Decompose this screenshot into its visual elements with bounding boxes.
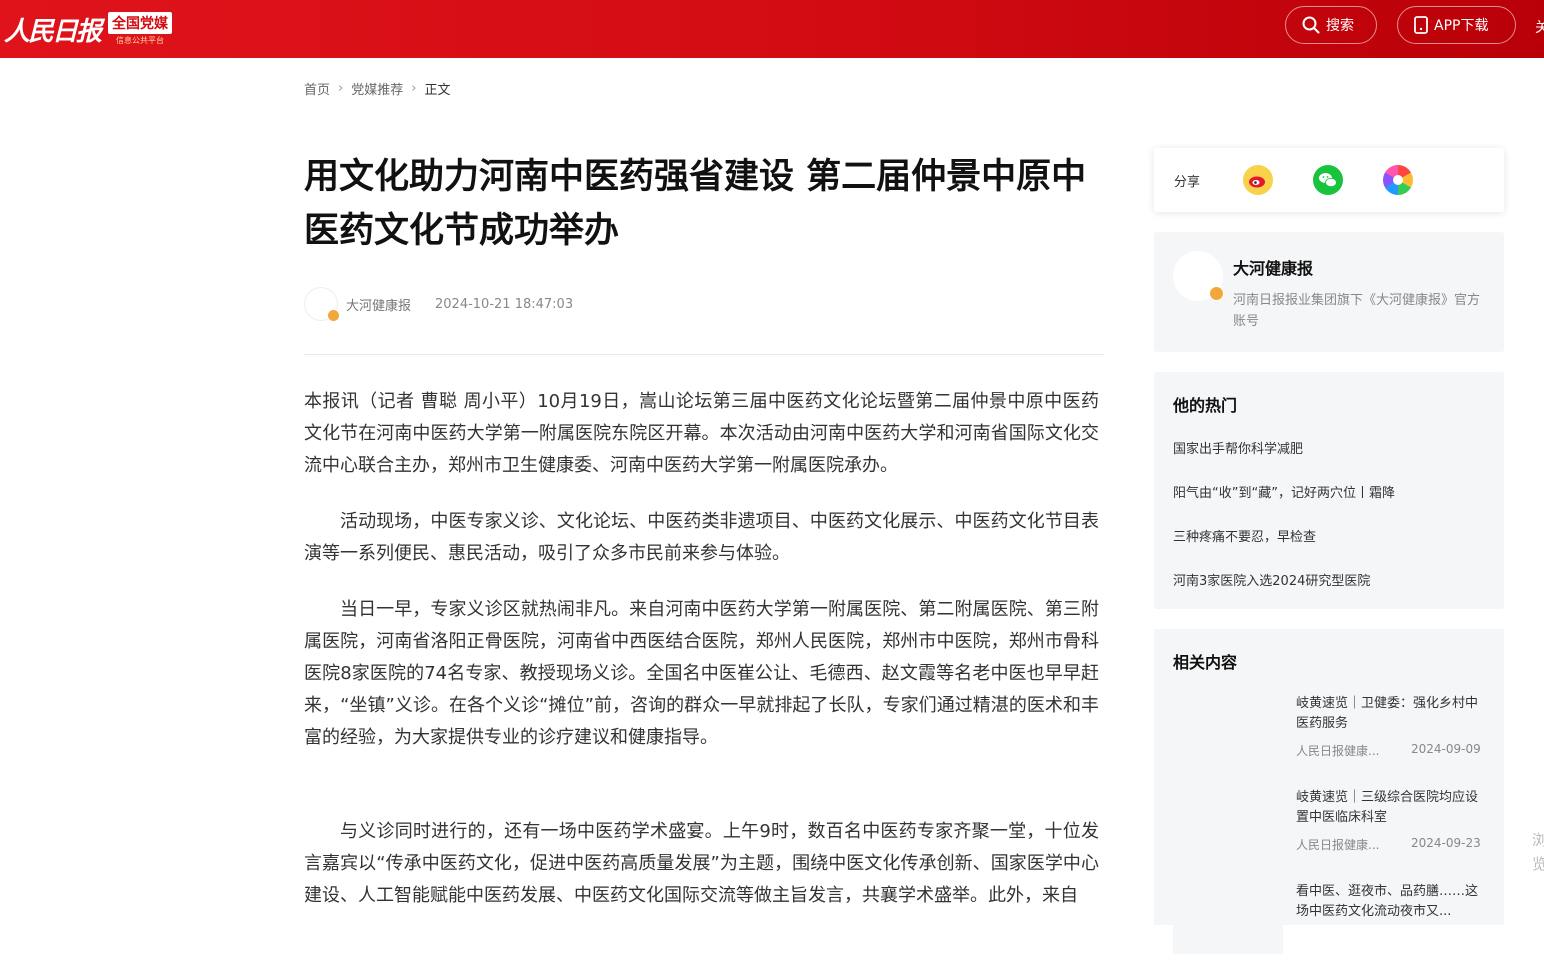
hot-list-item[interactable]: 三种疼痛不要忍，早检查 <box>1173 526 1316 545</box>
hot-list-card: 他的热门 国家出手帮你科学减肥 阳气由“收”到“藏”，记好两穴位丨霜降 三种疼痛… <box>1154 372 1504 609</box>
logo-text: 人民日报 <box>4 16 102 47</box>
header-more-link[interactable]: 关 <box>1535 17 1544 37</box>
related-title: 相关内容 <box>1173 653 1238 672</box>
article-title: 用文化助力河南中医药强省建设 第二届仲景中原中医药文化节成功举办 <box>304 157 1087 251</box>
search-icon <box>1302 16 1320 34</box>
hot-list-title: 他的热门 <box>1173 396 1238 415</box>
article-paragraph: 当日一早，专家义诊区就热闹非凡。来自河南中医药大学第一附属医院、第二附属医院、第… <box>304 599 1099 748</box>
related-thumbnail[interactable] <box>1173 694 1283 766</box>
moments-icon[interactable] <box>1383 165 1413 195</box>
related-thumbnail[interactable] <box>1173 882 1283 954</box>
chevron-right-icon: › <box>338 81 344 96</box>
app-download-label: APP下载 <box>1434 18 1489 34</box>
hot-list-item[interactable]: 河南3家医院入选2024研究型医院 <box>1173 570 1370 589</box>
verified-icon <box>1209 286 1224 301</box>
search-label: 搜索 <box>1326 18 1354 34</box>
article-body: 本报讯（记者 曹聪 周小平）10月19日，嵩山论坛第三届中医药文化论坛暨第二届仲… <box>304 386 1099 936</box>
share-panel: 分享 <box>1154 148 1504 212</box>
related-item-date: 2024-09-09 <box>1411 742 1481 756</box>
related-item-title[interactable]: 岐黄速览｜三级综合医院均应设置中医临床科室 <box>1296 788 1486 828</box>
related-item-date: 2024-09-23 <box>1411 836 1481 850</box>
logo-badge: 全国党媒 信息公共平台 <box>108 12 173 46</box>
account-card: 大河健康报 河南日报报业集团旗下《大河健康报》官方账号 <box>1154 232 1504 352</box>
related-item-source: 人民日报健康... <box>1296 838 1380 852</box>
related-thumbnail[interactable] <box>1173 788 1283 860</box>
author-avatar[interactable] <box>304 287 340 322</box>
article-paragraph: 本报讯（记者 曹聪 周小平）10月19日，嵩山论坛第三届中医药文化论坛暨第二届仲… <box>304 391 1099 476</box>
related-item[interactable]: 看中医、逛夜市、品药膳……这场中医药文化流动夜市又... <box>1173 882 1485 962</box>
floating-side-text[interactable]: 浏览 <box>1532 828 1544 876</box>
article-paragraph: 活动现场，中医专家义诊、文化论坛、中医药类非遗项目、中医药文化展示、中医药文化节… <box>304 511 1099 564</box>
account-avatar[interactable] <box>1173 251 1224 301</box>
breadcrumb-home[interactable]: 首页 <box>304 79 330 98</box>
related-content-card: 相关内容 岐黄速览｜卫健委：强化乡村中医药服务 人民日报健康... 2024-0… <box>1154 629 1504 954</box>
site-logo[interactable]: 人民日报 全国党媒 信息公共平台 <box>0 0 173 58</box>
publish-date: 2024-10-21 18:47:03 <box>435 296 574 312</box>
wechat-icon[interactable] <box>1313 165 1343 195</box>
hot-list-item[interactable]: 国家出手帮你科学减肥 <box>1173 438 1303 457</box>
related-item-title[interactable]: 岐黄速览｜卫健委：强化乡村中医药服务 <box>1296 694 1486 734</box>
author-name[interactable]: 大河健康报 <box>346 295 411 314</box>
account-name[interactable]: 大河健康报 <box>1233 255 1313 279</box>
chevron-right-icon: › <box>411 81 417 96</box>
breadcrumb-section[interactable]: 党媒推荐 <box>351 79 403 98</box>
article-author-row: 大河健康报 2024-10-21 18:47:03 <box>304 287 574 322</box>
logo-badge-title: 全国党媒 <box>108 12 173 34</box>
account-description: 河南日报报业集团旗下《大河健康报》官方账号 <box>1233 293 1481 329</box>
related-item[interactable]: 岐黄速览｜三级综合医院均应设置中医临床科室 人民日报健康... 2024-09-… <box>1173 788 1485 868</box>
hot-list-item[interactable]: 阳气由“收”到“藏”，记好两穴位丨霜降 <box>1173 482 1395 501</box>
search-button[interactable]: 搜索 <box>1285 6 1377 44</box>
top-header-bar: 人民日报 全国党媒 信息公共平台 搜索 APP下载 关 <box>0 0 1544 58</box>
app-download-button[interactable]: APP下载 <box>1397 6 1516 44</box>
breadcrumb: 首页 › 党媒推荐 › 正文 <box>304 79 450 98</box>
phone-icon <box>1414 16 1428 34</box>
divider <box>304 354 1104 355</box>
related-item[interactable]: 岐黄速览｜卫健委：强化乡村中医药服务 人民日报健康... 2024-09-09 <box>1173 694 1485 774</box>
weibo-icon[interactable] <box>1243 165 1273 195</box>
share-label: 分享 <box>1174 174 1201 190</box>
related-item-title[interactable]: 看中医、逛夜市、品药膳……这场中医药文化流动夜市又... <box>1296 882 1486 922</box>
breadcrumb-current: 正文 <box>424 83 451 98</box>
related-item-source: 人民日报健康... <box>1296 744 1380 758</box>
verified-icon <box>327 309 340 322</box>
article-paragraph: 与义诊同时进行的，还有一场中医药学术盛宴。上午9时，数百名中医药专家齐聚一堂，十… <box>304 821 1099 906</box>
logo-badge-sub: 信息公共平台 <box>116 36 165 45</box>
